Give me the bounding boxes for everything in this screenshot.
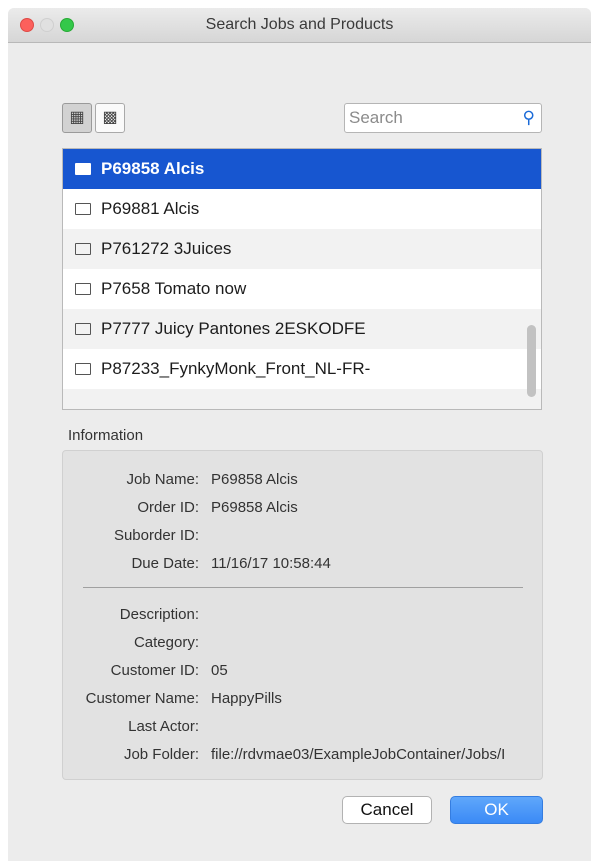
field-label: Suborder ID:	[113, 527, 199, 544]
list-item[interactable]: P7658 Tomato now	[63, 269, 541, 309]
field-label: Last Actor:	[128, 718, 199, 735]
field-label: Customer ID:	[110, 662, 199, 679]
field-label: Customer Name:	[85, 690, 199, 707]
grid-large-icon: ▦	[69, 109, 85, 126]
field-label: Job Folder:	[123, 746, 199, 763]
list-item-partial[interactable]	[63, 389, 541, 409]
search-input[interactable]	[345, 104, 517, 132]
dialog-window: Search Jobs and Products ▦ ▩ ⚲ P69858 Al…	[8, 8, 591, 861]
list-item-label: P69881 Alcis	[101, 199, 200, 218]
field-label: Due Date:	[131, 555, 199, 572]
field-value: P69858 Alcis	[211, 471, 298, 488]
information-panel: Job Name: P69858 Alcis Order ID: P69858 …	[62, 450, 543, 780]
job-list[interactable]: P69858 Alcis P69881 Alcis P761272 3Juice…	[62, 148, 542, 410]
list-item[interactable]: P761272 3Juices	[63, 229, 541, 269]
list-item-label: P761272 3Juices	[101, 239, 232, 258]
divider	[83, 587, 523, 588]
field-value: 11/16/17 10:58:44	[211, 555, 331, 572]
field-label: Description:	[119, 606, 199, 623]
list-scrollbar[interactable]	[527, 325, 536, 397]
folder-icon	[75, 202, 91, 215]
title-bar: Search Jobs and Products	[8, 8, 591, 43]
list-item[interactable]: P7777 Juicy Pantones 2ESKODFE	[63, 309, 541, 349]
list-item[interactable]: P69858 Alcis	[63, 149, 541, 189]
list-item[interactable]: P87233_FynkyMonk_Front_NL-FR-	[63, 349, 541, 389]
grid-small-icon: ▩	[102, 109, 118, 126]
folder-icon	[75, 362, 91, 375]
magnifier-icon[interactable]: ⚲	[523, 108, 535, 128]
folder-icon	[75, 242, 91, 255]
folder-icon	[75, 282, 91, 295]
large-icons-view-button[interactable]: ▦	[62, 103, 92, 133]
field-value: P69858 Alcis	[211, 499, 298, 516]
folder-icon	[75, 322, 91, 335]
cancel-button[interactable]: Cancel	[342, 796, 432, 824]
ok-button[interactable]: OK	[450, 796, 543, 824]
search-field[interactable]: ⚲	[344, 103, 542, 133]
folder-icon	[75, 162, 91, 175]
field-value: 05	[211, 662, 228, 679]
window-title: Search Jobs and Products	[205, 16, 394, 33]
list-item-label: P87233_FynkyMonk_Front_NL-FR-	[101, 359, 371, 378]
field-label: Job Name:	[126, 471, 199, 488]
list-item-label: P7658 Tomato now	[101, 279, 247, 298]
information-heading: Information	[68, 427, 144, 444]
list-item[interactable]: P69881 Alcis	[63, 189, 541, 229]
field-value: file://rdvmae03/ExampleJobContainer/Jobs…	[211, 746, 506, 763]
list-item-label: P7777 Juicy Pantones 2ESKODFE	[101, 319, 366, 338]
field-value: HappyPills	[211, 690, 282, 707]
small-icons-view-button[interactable]: ▩	[95, 103, 125, 133]
field-label: Order ID:	[137, 499, 199, 516]
field-label: Category:	[133, 634, 199, 651]
list-item-label: P69858 Alcis	[101, 159, 205, 178]
